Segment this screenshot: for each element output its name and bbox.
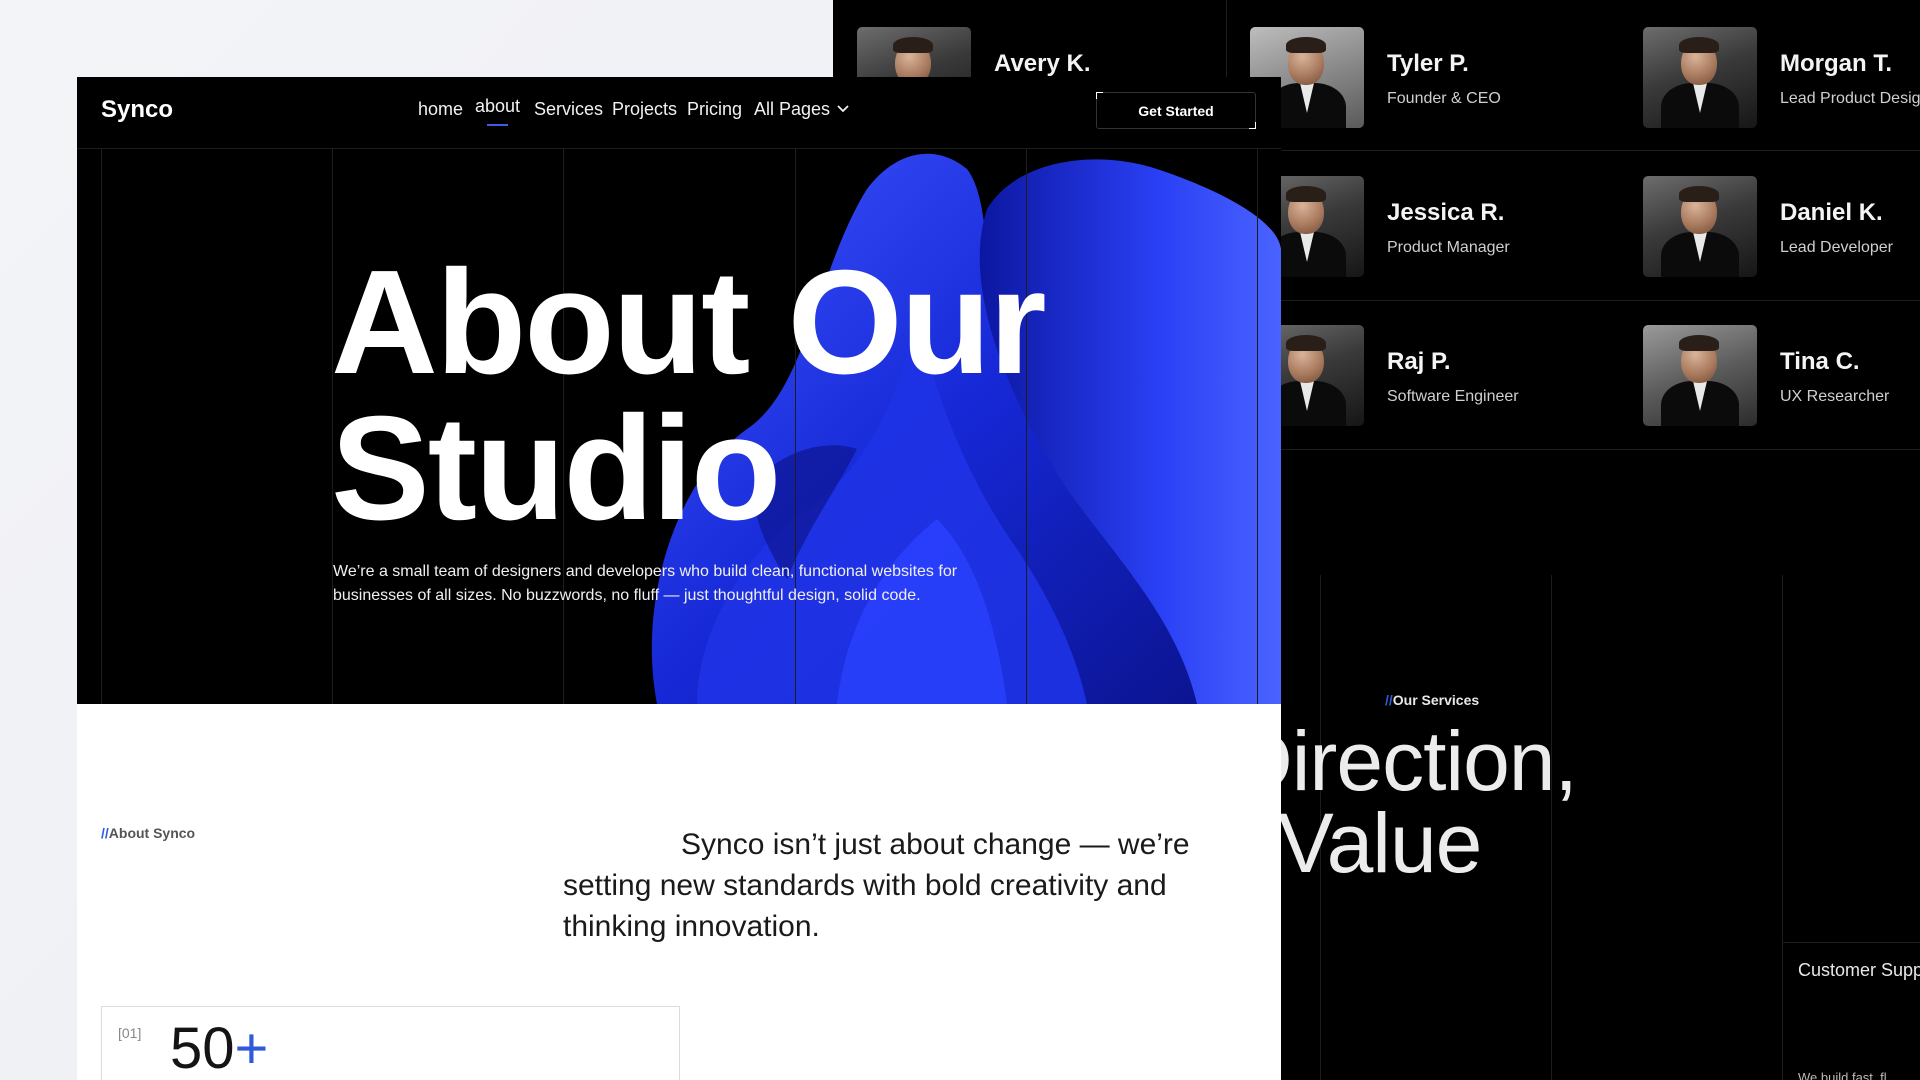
service-card-title: Customer Supp xyxy=(1798,960,1920,980)
hero-title: About Our Studio xyxy=(331,240,1047,551)
nav-all-pages[interactable]: All Pages xyxy=(754,99,830,120)
team-member-card[interactable]: Morgan T. Lead Product Desig xyxy=(1643,27,1920,128)
nav-home[interactable]: home xyxy=(418,99,463,120)
team-member-role: Lead Developer xyxy=(1780,239,1893,256)
header-divider xyxy=(77,148,1281,149)
team-member-name: Tina C. xyxy=(1780,348,1860,375)
nav-projects[interactable]: Projects xyxy=(612,99,677,120)
team-member-photo xyxy=(1643,27,1757,128)
team-member-photo xyxy=(1643,176,1757,277)
about-section-tag: //About Synco xyxy=(101,825,196,841)
team-member-name: Raj P. xyxy=(1387,348,1451,375)
team-member-name: Daniel K. xyxy=(1780,199,1883,226)
site-logo[interactable]: Synco xyxy=(101,96,173,124)
hero-section: Synco home about Services Projects Prici… xyxy=(77,77,1281,704)
hero-subtitle: We’re a small team of designers and deve… xyxy=(333,563,958,604)
team-member-card[interactable]: Tyler P. Founder & CEO xyxy=(1250,27,1630,128)
nav-about[interactable]: about xyxy=(475,96,520,126)
team-member-name: Tyler P. xyxy=(1387,50,1469,77)
services-section-tag: //Our Services xyxy=(1385,692,1480,708)
stat-index: [01] xyxy=(118,1025,142,1041)
chevron-down-icon[interactable] xyxy=(836,104,850,114)
team-member-role: UX Researcher xyxy=(1780,388,1890,405)
team-member-name: Morgan T. xyxy=(1780,50,1892,77)
team-member-name: Avery K. xyxy=(994,50,1091,77)
nav-services[interactable]: Services xyxy=(534,99,603,120)
stat-card: [01] 50+ xyxy=(101,1006,680,1080)
nav-pricing[interactable]: Pricing xyxy=(687,99,742,120)
service-card-text: We build fast, fl xyxy=(1798,1070,1887,1080)
team-member-role: Lead Product Desig xyxy=(1780,90,1920,107)
team-member-role: Product Manager xyxy=(1387,239,1510,256)
grid-line xyxy=(1782,942,1920,943)
team-member-name: Jessica R. xyxy=(1387,199,1505,226)
grid-line xyxy=(1782,575,1783,1080)
about-statement: Synco isn’t just about change — we’re se… xyxy=(563,828,1190,943)
get-started-button[interactable]: Get Started xyxy=(1096,92,1256,129)
team-member-photo xyxy=(1643,325,1757,426)
team-member-card[interactable]: Jessica R. Product Manager xyxy=(1250,176,1630,277)
team-member-role: Founder & CEO xyxy=(1387,90,1501,107)
team-member-card[interactable]: Tina C. UX Researcher xyxy=(1643,325,1920,426)
about-page: Synco home about Services Projects Prici… xyxy=(77,77,1281,1080)
stat-value: 50+ xyxy=(170,1016,269,1080)
team-member-card[interactable]: Daniel K. Lead Developer xyxy=(1643,176,1920,277)
team-member-role: Software Engineer xyxy=(1387,388,1519,405)
team-member-card[interactable]: Raj P. Software Engineer xyxy=(1250,325,1630,426)
